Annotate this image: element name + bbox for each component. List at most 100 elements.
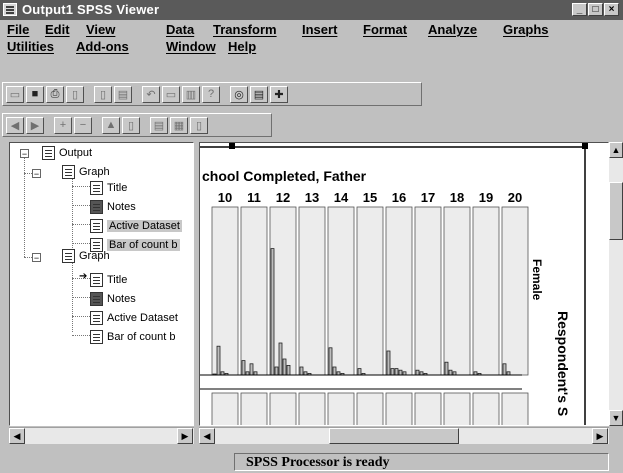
menu-edit[interactable]: Edit	[45, 22, 70, 37]
facet-panel	[240, 206, 268, 376]
content-vertical-scrollbar[interactable]: ▲ ▼	[609, 142, 623, 426]
facet-panel-lower	[501, 392, 529, 425]
outline-title-2[interactable]: Title	[90, 273, 127, 287]
tick-label: 19	[479, 190, 493, 205]
spss-icon[interactable]: ◎	[230, 85, 248, 103]
collapse-icon[interactable]: −	[74, 116, 92, 134]
output-book-icon	[42, 146, 55, 160]
menu-utilities[interactable]: Utilities	[7, 39, 54, 54]
menu-data[interactable]: Data	[166, 22, 194, 37]
facet-panel-lower	[385, 392, 413, 425]
title-bar: Output1 SPSS Viewer _ □ ×	[0, 0, 623, 20]
graph-book-icon	[62, 249, 75, 263]
collapse-graph-2-toggle[interactable]: −	[32, 253, 41, 263]
facet-panel-lower	[472, 392, 500, 425]
outline-active-dataset-1[interactable]: Active Dataset	[90, 219, 182, 233]
content-horizontal-scrollbar[interactable]: ◀ ▶	[199, 427, 609, 444]
bar	[286, 364, 291, 376]
maximize-button[interactable]: □	[588, 3, 603, 16]
menu-bar-row-1: File Edit View Data Transform Insert For…	[0, 21, 623, 39]
outline-output[interactable]: Output	[42, 146, 92, 160]
title-doc-icon	[90, 181, 103, 195]
tick-label: 11	[247, 190, 261, 205]
tick-label: 12	[276, 190, 290, 205]
variables-icon[interactable]: ?	[202, 85, 220, 103]
menu-graphs[interactable]: Graphs	[503, 22, 549, 37]
menu-help[interactable]: Help	[228, 39, 256, 54]
notes-doc-icon	[90, 200, 103, 214]
select-last-output-icon[interactable]: ▤	[250, 85, 268, 103]
demote-icon[interactable]: ▶	[26, 116, 44, 134]
goto-data-icon[interactable]: ▭	[162, 85, 180, 103]
menu-insert[interactable]: Insert	[302, 22, 337, 37]
outline-chart-2[interactable]: Bar of count b	[90, 330, 176, 344]
menu-analyze[interactable]: Analyze	[428, 22, 477, 37]
vertical-scroll-thumb[interactable]	[609, 182, 623, 240]
side-label: Respondent's S	[555, 311, 571, 416]
log-doc-icon	[90, 219, 103, 233]
insert-title-icon[interactable]: ▦	[170, 116, 188, 134]
outline-notes-1[interactable]: Notes	[90, 200, 136, 214]
hide-icon[interactable]: ▯	[122, 116, 140, 134]
scroll-right-button[interactable]: ▶	[592, 428, 608, 444]
print-preview-icon[interactable]: ▯	[66, 85, 84, 103]
scroll-up-button[interactable]: ▲	[609, 142, 623, 158]
facet-panel	[298, 206, 326, 376]
outline-notes-2[interactable]: Notes	[90, 292, 136, 306]
goto-chart-icon[interactable]: ▥	[182, 85, 200, 103]
outline-horizontal-scrollbar[interactable]: ◀ ▶	[9, 427, 194, 444]
expand-icon[interactable]: +	[54, 116, 72, 134]
log-doc-icon	[90, 311, 103, 325]
collapse-output-toggle[interactable]: −	[20, 149, 29, 159]
menu-view[interactable]: View	[86, 22, 115, 37]
export-icon[interactable]: ▯	[94, 85, 112, 103]
tick-label: 15	[363, 190, 377, 205]
horizontal-scroll-thumb[interactable]	[329, 428, 459, 444]
scroll-down-button[interactable]: ▼	[609, 410, 623, 426]
window-title: Output1 SPSS Viewer	[22, 2, 160, 17]
tick-label: 18	[450, 190, 464, 205]
print-icon[interactable]: ⎙	[46, 85, 64, 103]
outline-graph-1[interactable]: Graph	[62, 165, 110, 179]
scroll-right-button[interactable]: ▶	[177, 428, 193, 444]
facet-panel-lower	[269, 392, 297, 425]
promote-icon[interactable]: ◀	[6, 116, 24, 134]
menu-add-ons[interactable]: Add-ons	[76, 39, 129, 54]
outline-pane[interactable]: − Output − Graph Title Notes Active Data…	[9, 142, 194, 426]
save-icon[interactable]: ■	[26, 85, 44, 103]
bar	[278, 342, 283, 376]
show-icon[interactable]: ▲	[102, 116, 120, 134]
outline-active-dataset-2[interactable]: Active Dataset	[90, 311, 178, 325]
bar	[241, 360, 246, 376]
menu-transform[interactable]: Transform	[213, 22, 277, 37]
bar	[502, 363, 507, 376]
facet-panel-lower	[443, 392, 471, 425]
outline-title-1[interactable]: Title	[90, 181, 127, 195]
facet-panel-lower	[298, 392, 326, 425]
bar	[390, 368, 395, 376]
collapse-graph-1-toggle[interactable]: −	[32, 169, 41, 179]
insert-text-icon[interactable]: ▯	[190, 116, 208, 134]
menu-window[interactable]: Window	[166, 39, 216, 54]
bar	[444, 361, 449, 376]
menu-file[interactable]: File	[7, 22, 29, 37]
open-icon[interactable]: ▭	[6, 85, 24, 103]
window-controls: _ □ ×	[572, 3, 619, 16]
designate-window-icon[interactable]: ✚	[270, 85, 288, 103]
tick-label: 20	[508, 190, 522, 205]
menu-format[interactable]: Format	[363, 22, 407, 37]
bar-chart[interactable]: chool Completed, Father 10 11 12 13 14 15 16 17…	[200, 143, 609, 426]
content-pane[interactable]: chool Completed, Father 10 11 12 13 14 15 16 17…	[199, 142, 609, 426]
minimize-button[interactable]: _	[572, 3, 587, 16]
dialog-recall-icon[interactable]: ▤	[114, 85, 132, 103]
title-doc-icon	[90, 273, 103, 287]
outline-graph-2[interactable]: Graph	[62, 249, 110, 263]
scroll-left-button[interactable]: ◀	[9, 428, 25, 444]
bar	[398, 369, 403, 376]
close-button[interactable]: ×	[604, 3, 619, 16]
scroll-left-button[interactable]: ◀	[199, 428, 215, 444]
insert-heading-icon[interactable]: ▤	[150, 116, 168, 134]
tick-label: 16	[392, 190, 406, 205]
undo-icon[interactable]: ↶	[142, 85, 160, 103]
tick-label: 17	[421, 190, 435, 205]
